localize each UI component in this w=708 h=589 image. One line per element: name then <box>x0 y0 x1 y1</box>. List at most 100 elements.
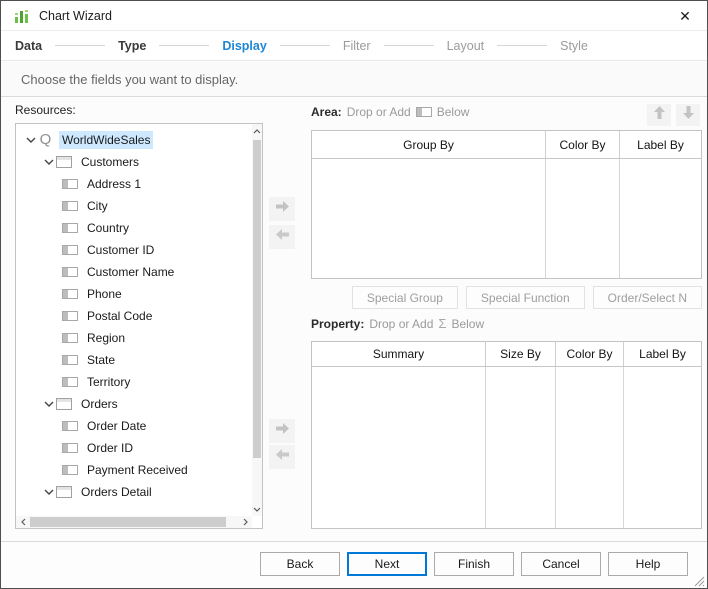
property-drop-zone[interactable] <box>312 367 701 528</box>
field-icon <box>62 465 78 475</box>
tree-item-customer-id[interactable]: Customer ID <box>16 239 252 261</box>
close-icon[interactable]: ✕ <box>673 5 697 27</box>
area-section-label: Area: Drop or Add Below <box>311 105 469 119</box>
move-down-button[interactable] <box>676 104 700 126</box>
special-group-button[interactable]: Special Group <box>352 286 458 309</box>
wizard-subtitle: Choose the fields you want to display. <box>1 62 707 97</box>
field-icon <box>62 333 78 343</box>
wizard-content: Resources: QWorldWideSalesCustomersAddre… <box>1 97 707 541</box>
tree-item-customers[interactable]: Customers <box>16 151 252 173</box>
field-icon <box>62 443 78 453</box>
area-column-group-by: Group By <box>312 131 546 158</box>
area-body-column <box>546 159 620 278</box>
tree-item-orders-detail[interactable]: Orders Detail <box>16 481 252 503</box>
property-column-label-by: Label By <box>624 342 701 366</box>
special-function-button[interactable]: Special Function <box>466 286 585 309</box>
chart-wizard-dialog: Chart Wizard ✕ DataTypeDisplayFilterLayo… <box>0 0 708 589</box>
field-icon <box>62 355 78 365</box>
tree-item-worldwidesales[interactable]: QWorldWideSales <box>16 129 252 151</box>
field-icon <box>62 223 78 233</box>
tree-item-postal-code[interactable]: Postal Code <box>16 305 252 327</box>
tree-item-state[interactable]: State <box>16 349 252 371</box>
next-button[interactable]: Next <box>347 552 427 576</box>
horizontal-scroll-thumb[interactable] <box>30 517 226 527</box>
area-body-column <box>312 159 546 278</box>
finish-button[interactable]: Finish <box>434 552 514 576</box>
chevron-down-icon[interactable] <box>42 159 56 165</box>
tree-item-phone[interactable]: Phone <box>16 283 252 305</box>
chevron-down-icon[interactable] <box>24 137 38 143</box>
step-connector <box>55 45 105 46</box>
help-button[interactable]: Help <box>608 552 688 576</box>
tree-item-label: Orders Detail <box>78 483 155 501</box>
tree-item-country[interactable]: Country <box>16 217 252 239</box>
property-column-size-by: Size By <box>486 342 556 366</box>
tree-item-order-id[interactable]: Order ID <box>16 437 252 459</box>
step-layout[interactable]: Layout <box>447 39 485 53</box>
area-label: Area: <box>311 105 342 119</box>
scroll-down-icon[interactable] <box>252 502 262 516</box>
tree-item-address-1[interactable]: Address 1 <box>16 173 252 195</box>
scroll-left-icon[interactable] <box>16 516 30 528</box>
step-type[interactable]: Type <box>118 39 146 53</box>
tree-item-label: State <box>84 351 118 369</box>
step-connector <box>497 45 547 46</box>
chevron-down-icon[interactable] <box>42 401 56 407</box>
property-body-column <box>624 367 701 528</box>
table-icon <box>56 398 72 410</box>
scroll-up-icon[interactable] <box>252 124 262 138</box>
resize-grip[interactable] <box>693 574 705 586</box>
tree-item-order-date[interactable]: Order Date <box>16 415 252 437</box>
tree-item-orders[interactable]: Orders <box>16 393 252 415</box>
step-connector <box>280 45 330 46</box>
tree-item-label: Postal Code <box>84 307 155 325</box>
tree-item-label: Region <box>84 329 128 347</box>
chevron-down-icon[interactable] <box>42 489 56 495</box>
right-arrow-icon <box>275 422 290 440</box>
query-icon: Q <box>38 133 53 147</box>
back-button[interactable]: Back <box>260 552 340 576</box>
area-column-label-by: Label By <box>620 131 701 158</box>
tree-item-payment-received[interactable]: Payment Received <box>16 459 252 481</box>
area-special-buttons: Special Group Special Function Order/Selec… <box>311 286 702 309</box>
step-display[interactable]: Display <box>222 39 266 53</box>
tree-item-region[interactable]: Region <box>16 327 252 349</box>
field-icon <box>62 245 78 255</box>
tree-item-territory[interactable]: Territory <box>16 371 252 393</box>
step-style[interactable]: Style <box>560 39 588 53</box>
scroll-right-icon[interactable] <box>238 516 252 528</box>
resources-tree: QWorldWideSales Customers Address 1 CityCou… <box>15 123 263 529</box>
cancel-button[interactable]: Cancel <box>521 552 601 576</box>
area-drop-zone[interactable] <box>312 159 701 278</box>
area-body-column <box>620 159 701 278</box>
step-filter[interactable]: Filter <box>343 39 371 53</box>
property-body-column <box>556 367 624 528</box>
field-icon <box>62 267 78 277</box>
remove-from-area-button[interactable] <box>269 225 295 249</box>
step-connector <box>159 45 209 46</box>
tree-item-city[interactable]: City <box>16 195 252 217</box>
add-to-area-button[interactable] <box>269 197 295 221</box>
move-up-button[interactable] <box>647 104 671 126</box>
property-column-color-by: Color By <box>556 342 624 366</box>
tree-item-label: Orders <box>78 395 121 413</box>
property-body-column <box>486 367 556 528</box>
property-table: SummarySize ByColor ByLabel By <box>311 341 702 529</box>
field-icon <box>62 179 78 189</box>
left-arrow-icon <box>275 228 290 246</box>
horizontal-scrollbar[interactable] <box>16 516 252 528</box>
order-select-n-button[interactable]: Order/Select N <box>593 286 702 309</box>
tree-item-label: Order ID <box>84 439 136 457</box>
tree-item-customer-name[interactable]: Customer Name <box>16 261 252 283</box>
footer-bar: Back Next Finish Cancel Help <box>1 541 707 589</box>
remove-from-property-button[interactable] <box>269 445 295 469</box>
vertical-scroll-thumb[interactable] <box>253 140 261 458</box>
field-icon <box>416 107 432 117</box>
tree-item-label: Address 1 <box>84 175 144 193</box>
add-to-property-button[interactable] <box>269 419 295 443</box>
tree-item-label: Phone <box>84 285 125 303</box>
vertical-scrollbar[interactable] <box>252 124 262 516</box>
tree-item-label: Customer Name <box>84 263 177 281</box>
tree-item-label: Customers <box>78 153 142 171</box>
step-data[interactable]: Data <box>15 39 42 53</box>
